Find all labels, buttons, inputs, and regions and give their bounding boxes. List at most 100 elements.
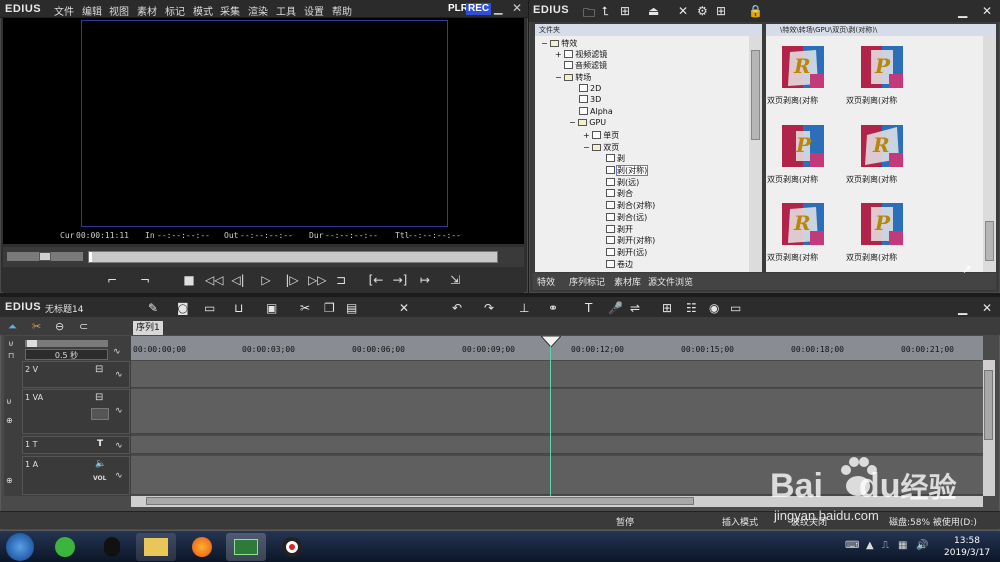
- undo-icon[interactable]: ↶: [452, 301, 462, 315]
- effect-thumbnail[interactable]: R: [782, 203, 824, 245]
- tree-node-peel-symmetric[interactable]: 剥(对称): [606, 165, 649, 176]
- audio-mute-icon[interactable]: [91, 408, 109, 420]
- properties-icon[interactable]: ⚙: [697, 4, 708, 18]
- tree-node-audio-filters[interactable]: 音频滤镜: [564, 60, 607, 71]
- position-bar[interactable]: [88, 251, 498, 263]
- new-sequence-icon[interactable]: ▭: [204, 301, 215, 315]
- tree-node-video-filters[interactable]: + 视频滤镜: [555, 49, 607, 60]
- tree-node-peel[interactable]: 剥: [606, 153, 625, 164]
- taskbar-app-qq[interactable]: [92, 533, 132, 561]
- render-icon[interactable]: ⇌: [630, 301, 640, 315]
- layout-icon[interactable]: ▭: [730, 301, 741, 315]
- effect-thumbnail[interactable]: R: [861, 125, 903, 167]
- track-up-icon[interactable]: ⏶: [8, 320, 17, 334]
- view-mode-icon[interactable]: ⊞: [716, 4, 726, 18]
- tool-icon[interactable]: ✂: [32, 320, 41, 333]
- zoom-select[interactable]: 0.5 秒: [25, 349, 108, 360]
- playhead-marker-icon[interactable]: [541, 336, 561, 348]
- expand-icon[interactable]: +: [583, 131, 590, 140]
- menu-settings[interactable]: 设置: [304, 3, 324, 18]
- tree-node-peel-close[interactable]: 剥合: [606, 188, 633, 199]
- effect-thumbnail[interactable]: P: [782, 125, 824, 167]
- shuttle-handle[interactable]: [39, 252, 51, 261]
- overwrite-to-timeline-icon[interactable]: →]: [392, 272, 408, 288]
- track-1va-header[interactable]: 1 VA ⊟ ∿: [22, 389, 130, 434]
- expand-icon[interactable]: −: [555, 73, 562, 82]
- close-icon[interactable]: ✕: [512, 1, 522, 15]
- tree-node-peel-open-symmetric[interactable]: 剥开(对称): [606, 235, 655, 246]
- step-back-icon[interactable]: ◁|: [230, 272, 246, 288]
- timeline-minimize-icon[interactable]: ▁: [958, 301, 967, 315]
- expand-icon[interactable]: −: [583, 143, 590, 152]
- tree-node-peel-open[interactable]: 剥开: [606, 224, 633, 235]
- track-visibility-icon[interactable]: ⊟: [95, 364, 103, 375]
- multicam-icon[interactable]: ⊞: [662, 301, 672, 315]
- tab-sequence-markers[interactable]: 序列标记: [569, 275, 605, 288]
- rewind-icon[interactable]: ◁◁: [205, 272, 223, 288]
- expand-icon[interactable]: +: [555, 50, 562, 59]
- track-1va-lane[interactable]: [131, 389, 983, 434]
- position-handle[interactable]: [89, 252, 92, 262]
- sync-lock-icon[interactable]: ⊍: [6, 397, 12, 406]
- waveform-icon[interactable]: ∿: [113, 347, 121, 357]
- track-visibility-icon[interactable]: ⊟: [95, 392, 103, 403]
- camera-icon[interactable]: ◙: [177, 301, 189, 315]
- menu-help[interactable]: 帮助: [332, 3, 352, 18]
- step-forward-icon[interactable]: |▷: [284, 272, 300, 288]
- set-in-icon[interactable]: ⌐: [104, 272, 120, 288]
- waveform-icon[interactable]: ∿: [115, 370, 123, 380]
- track-2v-lane[interactable]: [131, 361, 983, 388]
- taskbar-app-firefox[interactable]: [182, 533, 222, 561]
- tab-effects[interactable]: 特效: [537, 275, 555, 288]
- paste-icon[interactable]: ▤: [346, 301, 357, 315]
- delete-icon[interactable]: ✕: [678, 4, 688, 18]
- waveform-icon[interactable]: ∿: [115, 441, 123, 451]
- effect-thumbnail[interactable]: R: [782, 46, 824, 88]
- tree-scroll-thumb[interactable]: [751, 50, 760, 140]
- shuttle-slider[interactable]: [7, 252, 83, 261]
- track-1t-lane[interactable]: [131, 436, 983, 454]
- menu-render[interactable]: 渲染: [248, 3, 268, 18]
- zoom-handle[interactable]: [27, 340, 37, 347]
- redo-icon[interactable]: ↷: [484, 301, 494, 315]
- rec-toggle[interactable]: REC: [466, 3, 492, 15]
- copy-icon[interactable]: ❐: [324, 301, 335, 315]
- taskbar-app-edius[interactable]: [226, 533, 266, 561]
- tree-node-peel-far[interactable]: 剥(远): [606, 177, 639, 188]
- tree-node-single-page[interactable]: + 单页: [583, 130, 619, 141]
- eject-icon[interactable]: ⏏: [648, 4, 659, 18]
- three-point-icon[interactable]: ↦: [417, 272, 433, 288]
- bin-close-icon[interactable]: ✕: [982, 4, 992, 18]
- fast-forward-icon[interactable]: ▷▷: [308, 272, 326, 288]
- tree-scrollbar[interactable]: [749, 36, 762, 272]
- menu-marker[interactable]: 标记: [165, 3, 185, 18]
- expand-icon[interactable]: −: [569, 118, 576, 127]
- windows-start-icon[interactable]: [6, 533, 34, 561]
- minimize-icon[interactable]: ▁: [494, 2, 502, 15]
- track-2v-header[interactable]: 2 V ⊟ ∿: [22, 361, 130, 388]
- mixer-icon[interactable]: ☷: [686, 301, 697, 315]
- track-1t-header[interactable]: 1 T T ∿: [22, 436, 130, 454]
- menu-capture[interactable]: 采集: [220, 3, 240, 18]
- loop-icon[interactable]: ⊐: [333, 272, 349, 288]
- tree-node-2d[interactable]: 2D: [579, 84, 601, 93]
- timeline-vertical-scrollbar[interactable]: [983, 360, 995, 496]
- track-1a-header[interactable]: 1 A 🔈 VOL ∿: [22, 456, 130, 495]
- tree-node-double-page[interactable]: − 双页: [583, 142, 619, 153]
- speaker-icon[interactable]: 🔈: [95, 459, 106, 469]
- channel-map-icon[interactable]: ⊕: [6, 476, 13, 485]
- tree-node-gpu[interactable]: − GPU: [569, 118, 606, 127]
- folder-icon[interactable]: 🗀: [583, 4, 595, 25]
- save-icon[interactable]: ▣: [266, 301, 277, 315]
- taskbar-app-recorder[interactable]: [272, 533, 312, 561]
- grid-scrollbar[interactable]: [983, 36, 996, 272]
- tree-node-peel-close-symmetric[interactable]: 剥合(对称): [606, 200, 655, 211]
- tree-node-peel-open-far[interactable]: 剥开(远): [606, 247, 647, 258]
- tree-node-page-curl[interactable]: 卷边: [606, 259, 633, 270]
- play-icon[interactable]: ▷: [258, 272, 274, 288]
- stop-icon[interactable]: ■: [181, 272, 197, 288]
- set-out-icon[interactable]: ¬: [137, 272, 153, 288]
- tray-keyboard-icon[interactable]: ⌨: [845, 540, 859, 551]
- menu-edit[interactable]: 编辑: [82, 3, 102, 18]
- tab-asset-library[interactable]: 素材库: [614, 275, 641, 288]
